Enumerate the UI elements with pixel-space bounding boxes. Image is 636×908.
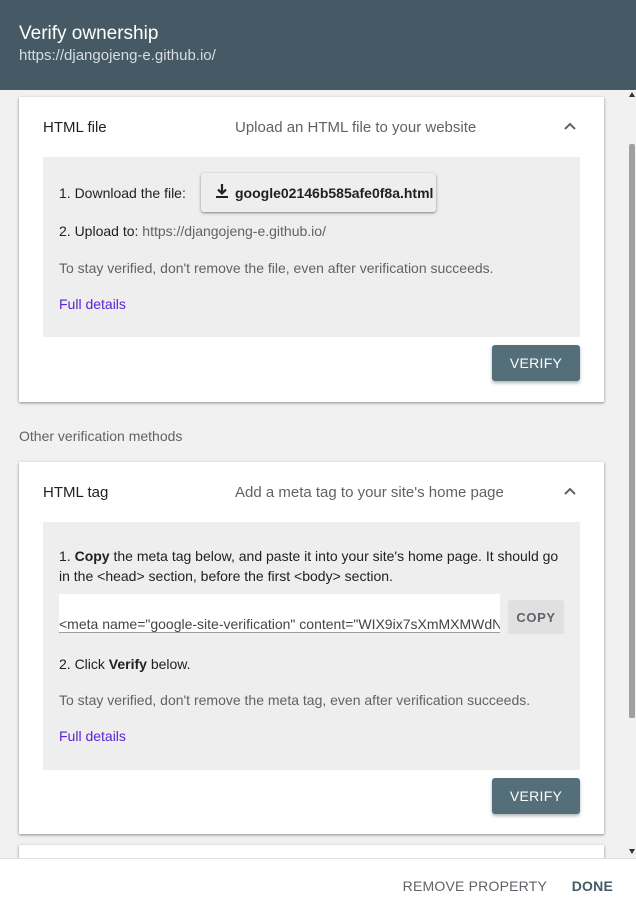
download-file-button[interactable]: google02146b585afe0f8a.html: [201, 173, 436, 212]
html-tag-card: HTML tag Add a meta tag to your site's h…: [19, 462, 604, 834]
scrollbar[interactable]: [628, 90, 636, 858]
html-tag-instructions: 1. Copy the meta tag below, and paste it…: [43, 522, 580, 770]
download-filename: google02146b585afe0f8a.html: [235, 184, 434, 201]
step2-prefix: 2. Click: [59, 656, 109, 672]
other-methods-label: Other verification methods: [19, 428, 183, 444]
html-tag-step1: 1. Copy the meta tag below, and paste it…: [59, 546, 564, 586]
dialog-title: Verify ownership: [19, 23, 159, 44]
html-tag-header[interactable]: HTML tag Add a meta tag to your site's h…: [19, 462, 604, 522]
html-file-note: To stay verified, don't remove the file,…: [59, 260, 494, 276]
chevron-up-icon[interactable]: [564, 122, 576, 132]
html-tag-method-name: HTML tag: [43, 483, 109, 501]
html-file-instructions: 1. Download the file: google02146b585afe…: [43, 157, 580, 337]
html-file-method-description: Upload an HTML file to your website: [235, 118, 477, 136]
html-file-header[interactable]: HTML file Upload an HTML file to your we…: [19, 97, 604, 157]
step2-label: 2. Upload to:: [59, 223, 139, 239]
next-method-card[interactable]: [19, 845, 604, 858]
scroll-up-arrow-icon[interactable]: [629, 92, 635, 97]
upload-url: https://djangojeng-e.github.io/: [142, 223, 326, 239]
step1-text-c: section.: [340, 568, 393, 584]
html-tag-step2: 2. Click Verify below.: [59, 654, 191, 674]
step2-line: 2. Upload to: https://djangojeng-e.githu…: [59, 221, 326, 241]
copy-button[interactable]: COPY: [508, 600, 564, 634]
methods-scroll-area[interactable]: HTML file Upload an HTML file to your we…: [0, 90, 636, 858]
scroll-thumb[interactable]: [629, 144, 635, 718]
remove-property-button[interactable]: REMOVE PROPERTY: [403, 878, 547, 894]
dialog-header: Verify ownership https://djangojeng-e.gi…: [0, 0, 636, 90]
body-tag-text: <body>: [294, 568, 341, 584]
full-details-link[interactable]: Full details: [59, 296, 126, 312]
meta-tag-field[interactable]: <meta name="google-site-verification" co…: [59, 594, 500, 633]
done-button[interactable]: DONE: [572, 878, 613, 894]
full-details-link[interactable]: Full details: [59, 728, 126, 744]
step1-label: 1. Download the file:: [59, 185, 186, 201]
html-file-card: HTML file Upload an HTML file to your we…: [19, 97, 604, 402]
scroll-down-arrow-icon[interactable]: [629, 849, 635, 854]
head-tag-text: <head>: [97, 568, 145, 584]
chevron-up-icon[interactable]: [564, 487, 576, 497]
step1-text-b: section, before the first: [144, 568, 295, 584]
html-file-method-name: HTML file: [43, 118, 107, 136]
verify-button[interactable]: VERIFY: [492, 778, 580, 814]
html-tag-note: To stay verified, don't remove the meta …: [59, 692, 531, 708]
step2-suffix: below.: [146, 656, 191, 672]
step1-prefix: 1.: [59, 548, 75, 564]
verify-button[interactable]: VERIFY: [492, 345, 580, 381]
property-url: https://djangojeng-e.github.io/: [19, 47, 216, 64]
download-icon: [213, 182, 235, 203]
html-tag-method-description: Add a meta tag to your site's home page: [235, 483, 504, 501]
dialog-footer: REMOVE PROPERTY DONE: [0, 858, 636, 908]
step2-bold: Verify: [108, 656, 147, 672]
step1-bold: Copy: [74, 548, 110, 564]
